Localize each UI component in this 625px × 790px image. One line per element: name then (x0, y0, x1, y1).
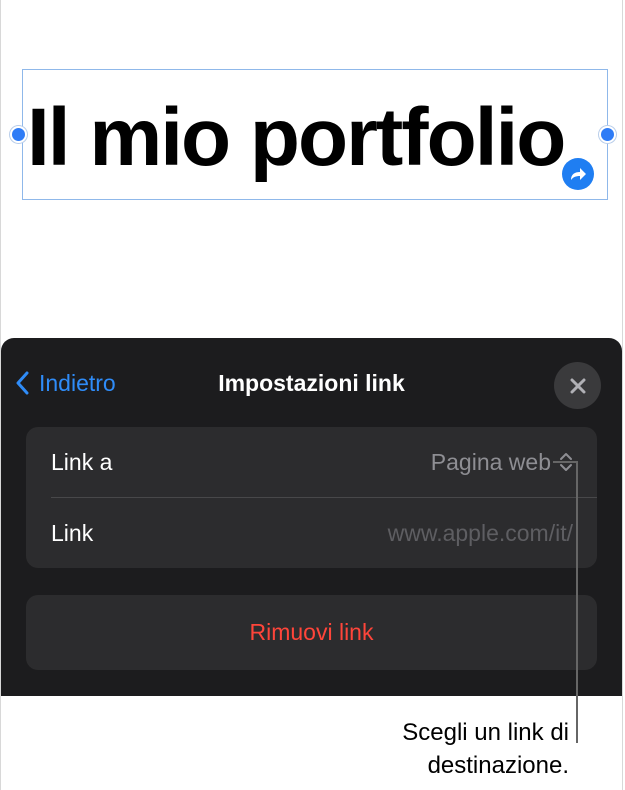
selection-handle-right[interactable] (599, 126, 616, 143)
close-button[interactable] (554, 362, 601, 409)
sheet-header: Indietro Impostazioni link (1, 338, 622, 428)
document-canvas: Il mio portfolio (0, 0, 625, 340)
remove-link-button[interactable]: Rimuovi link (26, 595, 597, 670)
remove-link-label: Rimuovi link (249, 619, 374, 645)
link-badge[interactable] (559, 155, 597, 193)
link-settings-group: Link a Pagina web Link www.apple.com/it/ (26, 427, 597, 568)
link-url-row[interactable]: Link www.apple.com/it/ (26, 498, 597, 568)
link-to-label: Link a (51, 448, 113, 475)
link-settings-sheet: Indietro Impostazioni link Link a Pagina… (1, 338, 622, 696)
close-icon (570, 378, 585, 393)
link-type-selector[interactable]: Pagina web (431, 449, 573, 476)
link-to-row[interactable]: Link a Pagina web (26, 427, 597, 497)
callout-text: Scegli un link di destinazione. (269, 716, 569, 782)
selection-handle-left[interactable] (10, 126, 27, 143)
callout-leader-vertical (576, 461, 578, 743)
callout-line-2: destinazione. (427, 752, 569, 779)
link-url-input[interactable]: www.apple.com/it/ (388, 520, 573, 547)
sheet-title: Impostazioni link (218, 370, 405, 396)
callout-line-1: Scegli un link di (402, 719, 569, 746)
link-arrow-icon (562, 158, 594, 190)
callout-leader-horizontal (553, 461, 577, 463)
link-url-label: Link (51, 519, 94, 546)
document-title-text[interactable]: Il mio portfolio (27, 88, 625, 198)
link-type-value: Pagina web (430, 448, 551, 475)
